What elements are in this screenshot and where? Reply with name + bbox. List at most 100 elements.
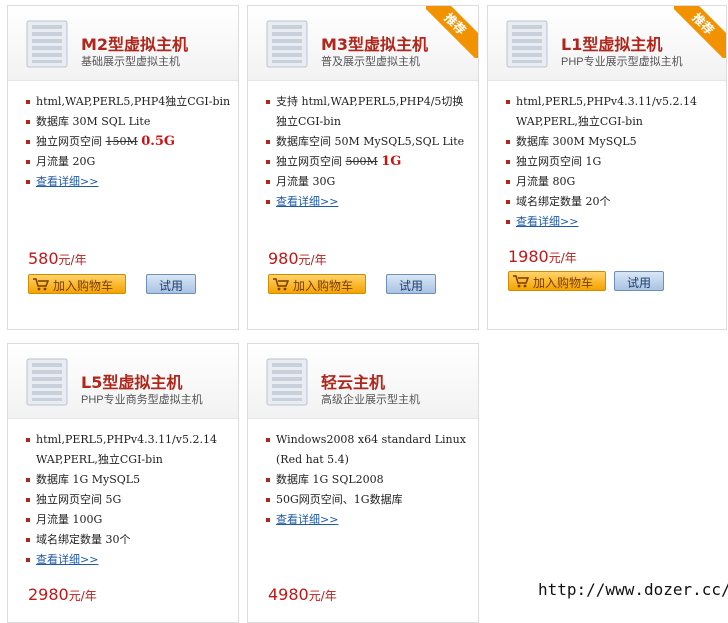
try-button[interactable]: 试用 xyxy=(614,271,664,291)
price-unit: 元/年 xyxy=(298,253,327,267)
cart-icon xyxy=(273,278,289,291)
price-unit: 元/年 xyxy=(548,251,577,265)
try-label: 试用 xyxy=(626,276,651,290)
watermark-url: http://www.dozer.cc/ xyxy=(538,580,728,599)
plan-title: 轻云主机 xyxy=(321,373,386,392)
feature-item: html,PERL5,PHPv4.3.11/v5.2.14 WAP,PERL,独… xyxy=(504,92,714,132)
price: 580元/年 xyxy=(28,249,87,268)
feature-item: 独立网页空间 1G xyxy=(504,152,714,172)
recommended-badge: 推荐 xyxy=(674,6,726,58)
plan-card-m2: M2型虚拟主机 基础展示型虚拟主机 html,WAP,PERL5,PHP4独立C… xyxy=(7,5,239,330)
try-button[interactable]: 试用 xyxy=(146,274,196,294)
price-value: 980 xyxy=(268,249,299,268)
feature-item: 查看详细>> xyxy=(264,192,474,212)
try-label: 试用 xyxy=(158,279,183,293)
feature-item: 域名绑定数量 20个 xyxy=(504,192,714,212)
details-link[interactable]: 查看详细>> xyxy=(36,553,98,566)
price-value: 580 xyxy=(28,249,59,268)
plan-title: M2型虚拟主机 xyxy=(81,35,189,54)
price-value: 1980 xyxy=(508,247,549,266)
details-link[interactable]: 查看详细>> xyxy=(276,513,338,526)
feature-list: html,PERL5,PHPv4.3.11/v5.2.14 WAP,PERL,独… xyxy=(24,430,234,570)
feature-item: 查看详细>> xyxy=(264,510,474,530)
plan-card-l5: L5型虚拟主机 PHP专业商务型虚拟主机 html,PERL5,PHPv4.3.… xyxy=(7,343,239,623)
plan-card-cloud: 轻云主机 高级企业展示型主机 Windows2008 x64 standard … xyxy=(247,343,479,623)
card-header: M2型虚拟主机 基础展示型虚拟主机 xyxy=(8,6,238,81)
feature-item: 月流量 100G xyxy=(24,510,234,530)
server-icon xyxy=(266,358,308,406)
price: 980元/年 xyxy=(268,249,327,268)
feature-item: 数据库 1G MySQL5 xyxy=(24,470,234,490)
recommended-badge: 推荐 xyxy=(426,6,478,58)
feature-item: 独立网页空间 5G xyxy=(24,490,234,510)
plan-title: M3型虚拟主机 xyxy=(321,35,429,54)
price-value: 2980 xyxy=(28,585,69,604)
price: 1980元/年 xyxy=(508,247,577,266)
add-to-cart-button[interactable]: 加入购物车 xyxy=(268,274,366,294)
feature-label: 独立网页空间 xyxy=(276,155,346,168)
feature-item: html,PERL5,PHPv4.3.11/v5.2.14 WAP,PERL,独… xyxy=(24,430,234,470)
add-to-cart-button[interactable]: 加入购物车 xyxy=(508,271,606,291)
feature-item: 数据库 1G SQL2008 xyxy=(264,470,474,490)
feature-item: 数据库空间 50M MySQL5,SQL Lite xyxy=(264,132,474,152)
plan-title: L5型虚拟主机 xyxy=(81,373,183,392)
try-button[interactable]: 试用 xyxy=(386,274,436,294)
plan-title: L1型虚拟主机 xyxy=(561,35,663,54)
feature-list: Windows2008 x64 standard Linux (Red hat … xyxy=(264,430,474,530)
plan-subtitle: 基础展示型虚拟主机 xyxy=(81,56,180,68)
feature-label: 独立网页空间 xyxy=(36,135,106,148)
feature-item: 数据库 300M MySQL5 xyxy=(504,132,714,152)
recommended-ribbon: 推荐 xyxy=(426,6,478,58)
server-icon xyxy=(26,20,68,68)
price-unit: 元/年 xyxy=(58,253,87,267)
old-value: 500M xyxy=(345,155,378,168)
feature-item: 数据库 30M SQL Lite xyxy=(24,112,234,132)
feature-item: html,WAP,PERL5,PHP4独立CGI-bin xyxy=(24,92,234,112)
feature-item: 域名绑定数量 30个 xyxy=(24,530,234,550)
feature-item: 查看详细>> xyxy=(24,550,234,570)
server-icon xyxy=(26,358,68,406)
feature-item: 月流量 80G xyxy=(504,172,714,192)
add-to-cart-label: 加入购物车 xyxy=(533,276,594,290)
recommended-ribbon: 推荐 xyxy=(674,6,726,58)
details-link[interactable]: 查看详细>> xyxy=(36,175,98,188)
feature-item: 独立网页空间 150M 0.5G xyxy=(24,132,234,152)
feature-item: 月流量 20G xyxy=(24,152,234,172)
feature-item: 独立网页空间 500M 1G xyxy=(264,152,474,172)
cart-icon xyxy=(513,275,529,288)
feature-item: 50G网页空间、1G数据库 xyxy=(264,490,474,510)
old-value: 150M xyxy=(105,135,138,148)
card-header: 轻云主机 高级企业展示型主机 xyxy=(248,344,478,419)
add-to-cart-label: 加入购物车 xyxy=(293,279,354,293)
plan-card-l1: L1型虚拟主机 PHP专业展示型虚拟主机 推荐 html,PERL5,PHPv4… xyxy=(487,5,727,330)
new-value: 0.5G xyxy=(141,134,175,149)
try-label: 试用 xyxy=(398,279,423,293)
feature-list: 支持 html,WAP,PERL5,PHP4/5切换 独立CGI-bin 数据库… xyxy=(264,92,474,212)
cart-icon xyxy=(33,278,49,291)
plan-subtitle: PHP专业展示型虚拟主机 xyxy=(561,56,683,68)
price-value: 4980 xyxy=(268,585,309,604)
price-unit: 元/年 xyxy=(68,589,97,603)
feature-item: Windows2008 x64 standard Linux (Red hat … xyxy=(264,430,474,470)
plan-subtitle: PHP专业商务型虚拟主机 xyxy=(81,394,203,406)
feature-item: 支持 html,WAP,PERL5,PHP4/5切换 独立CGI-bin xyxy=(264,92,474,132)
price-unit: 元/年 xyxy=(308,589,337,603)
feature-item: 月流量 30G xyxy=(264,172,474,192)
feature-item: 查看详细>> xyxy=(504,212,714,232)
server-icon xyxy=(506,20,548,68)
details-link[interactable]: 查看详细>> xyxy=(276,195,338,208)
plan-card-m3: M3型虚拟主机 普及展示型虚拟主机 推荐 支持 html,WAP,PERL5,P… xyxy=(247,5,479,330)
card-header: L5型虚拟主机 PHP专业商务型虚拟主机 xyxy=(8,344,238,419)
plan-subtitle: 普及展示型虚拟主机 xyxy=(321,56,420,68)
server-icon xyxy=(266,20,308,68)
new-value: 1G xyxy=(381,154,402,169)
price: 4980元/年 xyxy=(268,585,337,604)
details-link[interactable]: 查看详细>> xyxy=(516,215,578,228)
add-to-cart-label: 加入购物车 xyxy=(53,279,114,293)
price: 2980元/年 xyxy=(28,585,97,604)
feature-item: 查看详细>> xyxy=(24,172,234,192)
add-to-cart-button[interactable]: 加入购物车 xyxy=(28,274,126,294)
feature-list: html,WAP,PERL5,PHP4独立CGI-bin 数据库 30M SQL… xyxy=(24,92,234,192)
plan-subtitle: 高级企业展示型主机 xyxy=(321,394,420,406)
feature-list: html,PERL5,PHPv4.3.11/v5.2.14 WAP,PERL,独… xyxy=(504,92,714,232)
